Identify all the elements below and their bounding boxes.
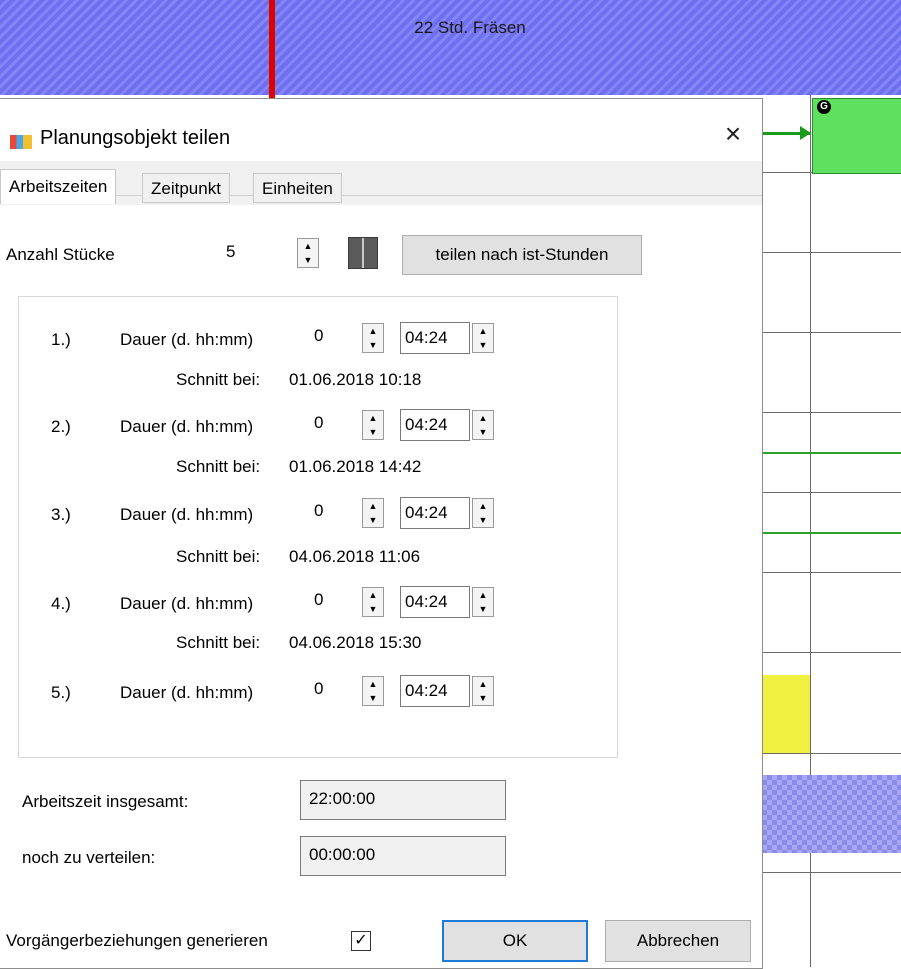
stepper-down-icon[interactable]: ▼ <box>363 338 383 352</box>
duration-label: Dauer (d. hh:mm) <box>120 683 254 702</box>
row-number: 1.) <box>51 330 71 349</box>
stepper-up-icon[interactable]: ▲ <box>363 677 383 691</box>
tab-zeitpunkt[interactable]: Zeitpunkt <box>142 173 230 203</box>
duration-label: Dauer (d. hh:mm) <box>120 417 254 436</box>
row-number: 3.) <box>51 505 71 524</box>
count-label: Anzahl Stücke <box>6 245 115 264</box>
days-input[interactable]: 0 <box>310 585 356 617</box>
stepper-up-icon[interactable]: ▲ <box>473 324 493 338</box>
stepper-down-icon[interactable]: ▼ <box>473 425 493 439</box>
stepper-down-icon[interactable]: ▼ <box>473 602 493 616</box>
time-stepper[interactable]: ▲ ▼ <box>472 676 494 706</box>
total-worktime-field: 22:00:00 <box>300 780 506 820</box>
count-stepper[interactable]: ▲ ▼ <box>297 238 319 268</box>
task-bar-yellow[interactable] <box>762 675 810 753</box>
days-input[interactable]: 0 <box>310 674 356 706</box>
grid-line <box>762 252 901 253</box>
cut-datetime: 01.06.2018 10:18 <box>289 370 422 389</box>
task-bar-fraesen[interactable] <box>0 0 901 95</box>
time-stepper[interactable]: ▲ ▼ <box>472 410 494 440</box>
duration-label: Dauer (d. hh:mm) <box>120 594 254 613</box>
time-input[interactable]: 04:24 <box>400 675 470 707</box>
time-stepper[interactable]: ▲ ▼ <box>472 323 494 353</box>
stepper-up-icon[interactable]: ▲ <box>363 499 383 513</box>
predecessor-checkbox[interactable]: ✓ <box>351 931 371 951</box>
remaining-label: noch zu verteilen: <box>22 848 156 867</box>
stepper-up-icon[interactable]: ▲ <box>363 324 383 338</box>
time-input[interactable]: 04:24 <box>400 497 470 529</box>
row-number: 5.) <box>51 683 71 702</box>
stepper-down-icon[interactable]: ▼ <box>298 253 318 267</box>
days-stepper[interactable]: ▲ ▼ <box>362 498 384 528</box>
stepper-up-icon[interactable]: ▲ <box>363 411 383 425</box>
stepper-up-icon[interactable]: ▲ <box>298 239 318 253</box>
stepper-down-icon[interactable]: ▼ <box>473 338 493 352</box>
ok-button[interactable]: OK <box>442 920 588 962</box>
duration-label: Dauer (d. hh:mm) <box>120 505 254 524</box>
stepper-up-icon[interactable]: ▲ <box>473 411 493 425</box>
stepper-down-icon[interactable]: ▼ <box>473 691 493 705</box>
cut-datetime: 01.06.2018 14:42 <box>289 457 422 476</box>
time-input[interactable]: 04:24 <box>400 586 470 618</box>
grid-line <box>762 412 901 413</box>
grid-line <box>762 332 901 333</box>
task-bar-label: 22 Std. Fräsen <box>414 18 526 37</box>
tab-arbeitszeiten[interactable]: Arbeitszeiten <box>0 169 117 204</box>
dependency-line <box>762 532 901 534</box>
stepper-down-icon[interactable]: ▼ <box>363 425 383 439</box>
stepper-up-icon[interactable]: ▲ <box>473 588 493 602</box>
split-view-icon[interactable] <box>348 237 378 269</box>
days-stepper[interactable]: ▲ ▼ <box>362 676 384 706</box>
cut-datetime: 04.06.2018 11:06 <box>289 547 421 566</box>
days-input[interactable]: 0 <box>310 408 356 440</box>
dialog-titlebar[interactable]: Planungsobjekt teilen × <box>0 99 762 161</box>
days-input[interactable]: 0 <box>310 321 356 353</box>
cut-label: Schnitt bei: <box>176 547 261 566</box>
time-input[interactable]: 04:24 <box>400 322 470 354</box>
cut-label: Schnitt bei: <box>176 370 261 389</box>
cut-label: Schnitt bei: <box>176 633 261 652</box>
duration-label: Dauer (d. hh:mm) <box>120 330 254 349</box>
dependency-line <box>762 452 901 454</box>
stepper-up-icon[interactable]: ▲ <box>473 677 493 691</box>
grid-line <box>762 872 901 873</box>
stepper-down-icon[interactable]: ▼ <box>473 513 493 527</box>
time-stepper[interactable]: ▲ ▼ <box>472 587 494 617</box>
group-marker-icon: G <box>817 100 831 114</box>
grid-line <box>762 492 901 493</box>
cancel-button[interactable]: Abbrechen <box>605 920 751 962</box>
task-bar-purple[interactable] <box>762 775 901 853</box>
stepper-up-icon[interactable]: ▲ <box>473 499 493 513</box>
dialog-title: Planungsobjekt teilen <box>40 127 231 149</box>
time-input[interactable]: 04:24 <box>400 409 470 441</box>
grid-line <box>762 572 901 573</box>
days-stepper[interactable]: ▲ ▼ <box>362 410 384 440</box>
cut-label: Schnitt bei: <box>176 457 261 476</box>
remaining-field: 00:00:00 <box>300 836 506 876</box>
app-icon <box>10 135 32 149</box>
time-stepper[interactable]: ▲ ▼ <box>472 498 494 528</box>
stepper-down-icon[interactable]: ▼ <box>363 691 383 705</box>
stepper-down-icon[interactable]: ▼ <box>363 602 383 616</box>
split-by-actual-hours-button[interactable]: teilen nach ist-Stunden <box>402 235 642 275</box>
total-worktime-label: Arbeitszeit insgesamt: <box>22 792 189 811</box>
stepper-up-icon[interactable]: ▲ <box>363 588 383 602</box>
tab-einheiten[interactable]: Einheiten <box>253 173 342 203</box>
close-icon[interactable]: × <box>718 119 748 149</box>
count-input[interactable]: 5 <box>222 237 292 269</box>
row-number: 4.) <box>51 594 71 613</box>
row-number: 2.) <box>51 417 71 436</box>
cut-datetime: 04.06.2018 15:30 <box>289 633 422 652</box>
days-input[interactable]: 0 <box>310 496 356 528</box>
grid-line <box>762 753 901 754</box>
grid-line <box>762 652 901 653</box>
stepper-down-icon[interactable]: ▼ <box>363 513 383 527</box>
days-stepper[interactable]: ▲ ▼ <box>362 587 384 617</box>
predecessor-label: Vorgängerbeziehungen generieren <box>6 931 268 950</box>
dependency-arrow-head <box>800 126 811 140</box>
days-stepper[interactable]: ▲ ▼ <box>362 323 384 353</box>
